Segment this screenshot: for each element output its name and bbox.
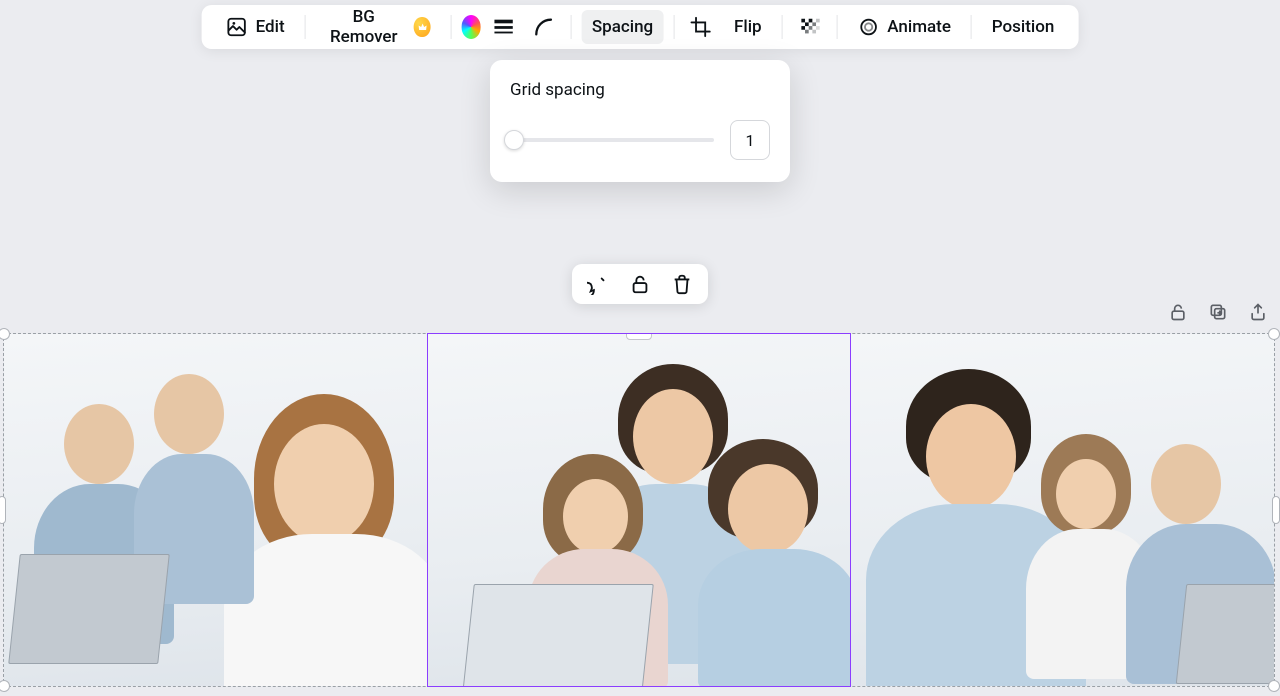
resize-handle-tr[interactable] [1268, 328, 1280, 340]
spacing-label: Spacing [592, 17, 653, 37]
resize-handle-br[interactable] [1268, 680, 1280, 692]
lock-button[interactable] [626, 270, 654, 298]
separator [571, 15, 572, 39]
spacing-button[interactable]: Spacing [582, 10, 663, 44]
transparency-icon [798, 16, 820, 38]
popover-title: Grid spacing [510, 80, 770, 100]
corner-rounding-button[interactable] [527, 10, 561, 44]
separator [836, 15, 837, 39]
animate-label: Animate [887, 17, 951, 37]
flip-label: Flip [734, 17, 762, 37]
corner-icon [533, 16, 555, 38]
flip-button[interactable]: Flip [724, 10, 772, 44]
border-weight-button[interactable] [487, 10, 521, 44]
resize-handle-l[interactable] [0, 496, 6, 524]
crop-button[interactable] [684, 10, 718, 44]
page-export-button[interactable] [1246, 300, 1270, 324]
position-button[interactable]: Position [982, 10, 1065, 44]
bg-remover-button[interactable]: BG Remover [315, 10, 440, 44]
grid-element[interactable] [3, 333, 1275, 687]
bg-remover-label: BG Remover [325, 7, 402, 47]
separator [450, 15, 451, 39]
grid-spacing-popover: Grid spacing [490, 60, 790, 182]
image-grid [4, 334, 1274, 686]
delete-button[interactable] [668, 270, 696, 298]
edit-image-icon [226, 16, 248, 38]
spacing-value-input[interactable] [730, 120, 770, 160]
separator [971, 15, 972, 39]
transparency-button[interactable] [792, 10, 826, 44]
animate-button[interactable]: Animate [847, 10, 961, 44]
photo-placeholder [851, 334, 1274, 686]
image-edit-toolbar: Edit BG Remover Spacing [202, 5, 1079, 49]
grid-cell-0[interactable] [4, 334, 427, 686]
grid-cell-2[interactable] [851, 334, 1274, 686]
comment-button[interactable] [584, 270, 612, 298]
photo-placeholder [428, 334, 851, 686]
photo-placeholder [4, 334, 427, 686]
position-label: Position [992, 17, 1055, 37]
resize-handle-bl[interactable] [0, 680, 10, 692]
crop-icon [690, 16, 712, 38]
page-lock-button[interactable] [1166, 300, 1190, 324]
pro-badge-icon [414, 17, 430, 37]
color-picker-button[interactable] [461, 15, 481, 39]
animate-icon [857, 16, 879, 38]
separator [673, 15, 674, 39]
resize-handle-r[interactable] [1272, 496, 1280, 524]
grid-cell-1[interactable] [428, 334, 851, 686]
spacing-slider-row [510, 120, 770, 160]
page-actions [1166, 300, 1270, 324]
slider-thumb[interactable] [504, 130, 524, 150]
lines-weight-icon [493, 16, 515, 38]
separator [782, 15, 783, 39]
page-duplicate-button[interactable] [1206, 300, 1230, 324]
edit-label: Edit [256, 17, 285, 37]
separator [305, 15, 306, 39]
spacing-slider[interactable] [510, 138, 714, 142]
edit-button[interactable]: Edit [216, 10, 295, 44]
element-mini-toolbar [572, 264, 708, 304]
